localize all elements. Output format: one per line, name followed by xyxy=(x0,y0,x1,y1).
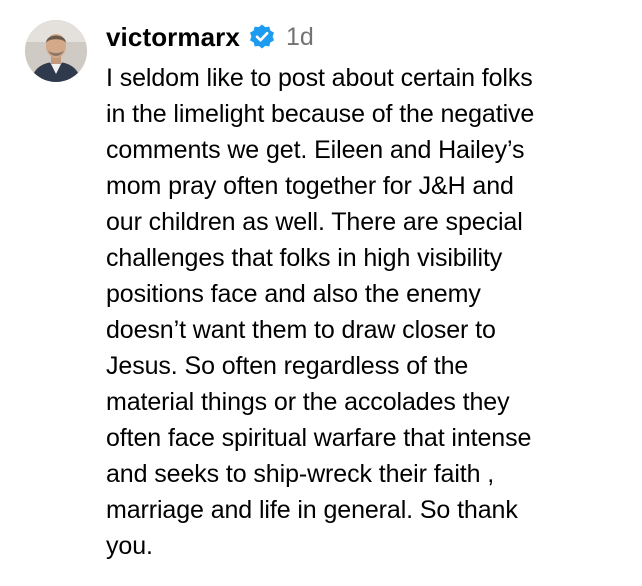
comment-timestamp[interactable]: 1d xyxy=(286,23,314,52)
comment-text-line: in the limelight because of the negative xyxy=(106,100,535,128)
comment-text-line: doesn’t want them to draw closer to xyxy=(106,316,496,344)
comment-text-line: mom pray often together for J&H and xyxy=(106,172,514,200)
avatar[interactable] xyxy=(25,20,87,82)
verified-badge-icon xyxy=(248,23,276,51)
comment-text-line: often face spiritual warfare that intens… xyxy=(106,424,532,452)
comment-text-line: challenges that folks in high visibility xyxy=(106,244,503,272)
comment-text-line: positions face and also the enemy xyxy=(106,280,481,308)
comment-text: I seldom like to post about certain folk… xyxy=(106,60,632,564)
username-link[interactable]: victormarx xyxy=(106,22,240,53)
comment-text-line: and seeks to ship-wreck their faith , xyxy=(106,460,495,488)
comment-content: victormarx 1d I seldom like to post abou… xyxy=(106,14,632,564)
avatar-image xyxy=(25,20,87,82)
comment-text-line: marriage and life in general. So thank xyxy=(106,496,518,524)
comment-text-line: Jesus. So often regardless of the xyxy=(106,352,469,380)
comment-text-line: I seldom like to post about certain folk… xyxy=(106,64,533,92)
comment: victormarx 1d I seldom like to post abou… xyxy=(0,0,642,586)
comment-header: victormarx 1d xyxy=(106,14,632,60)
comment-text-line: you. xyxy=(106,532,153,560)
comment-text-line: material things or the accolades they xyxy=(106,388,510,416)
comment-text-line: our children as well. There are special xyxy=(106,208,523,236)
comment-text-line: comments we get. Eileen and Hailey’s xyxy=(106,136,525,164)
